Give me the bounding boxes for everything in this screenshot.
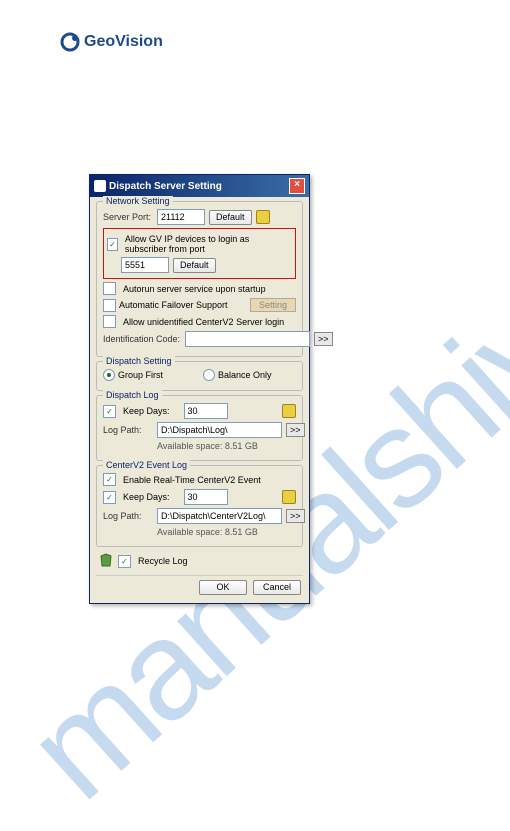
allow-gv-label: Allow GV IP devices to login as subscrib… [125, 234, 292, 254]
dispatch-keepdays-label: Keep Days: [123, 406, 170, 416]
logo-icon [60, 32, 80, 52]
cv2-browse-button[interactable]: >> [286, 509, 305, 523]
enable-realtime-label: Enable Real-Time CenterV2 Event [123, 475, 261, 485]
brand-logo: GeoVision [60, 32, 163, 52]
cv2-keepdays-input[interactable] [184, 489, 228, 505]
cv2-keepdays-label: Keep Days: [123, 492, 170, 502]
recycle-checkbox[interactable]: ✓ [118, 555, 131, 568]
server-port-input[interactable] [157, 209, 205, 225]
enable-realtime-checkbox[interactable]: ✓ [103, 473, 116, 486]
dispatch-browse-button[interactable]: >> [286, 423, 305, 437]
folder-icon[interactable] [282, 404, 296, 418]
allow-unident-checkbox[interactable] [103, 315, 116, 328]
dispatch-server-dialog: Dispatch Server Setting × Network Settin… [89, 174, 310, 604]
dispatch-keepdays-checkbox[interactable]: ✓ [103, 405, 116, 418]
failover-label: Automatic Failover Support [119, 300, 228, 310]
dispatch-logpath-label: Log Path: [103, 425, 153, 435]
ok-button[interactable]: OK [199, 580, 247, 595]
brand-name: GeoVision [84, 33, 163, 51]
dispatch-keepdays-input[interactable] [184, 403, 228, 419]
close-icon[interactable]: × [289, 178, 305, 194]
autorun-label: Autorun server service upon startup [123, 284, 266, 294]
cv2-keepdays-checkbox[interactable]: ✓ [103, 491, 116, 504]
server-port-label: Server Port: [103, 212, 153, 222]
ident-code-input[interactable] [185, 331, 310, 347]
network-legend: Network Setting [103, 196, 173, 206]
group-first-radio[interactable] [103, 369, 115, 381]
app-icon [94, 180, 106, 192]
dispatch-legend: Dispatch Setting [103, 356, 175, 366]
shield-icon[interactable] [256, 210, 270, 224]
cancel-button[interactable]: Cancel [253, 580, 301, 595]
titlebar[interactable]: Dispatch Server Setting × [90, 175, 309, 197]
cv2-avail-space: Available space: 8.51 GB [157, 527, 258, 537]
network-setting-group: Network Setting Server Port: Default ✓ A… [96, 201, 303, 357]
dispatch-avail-space: Available space: 8.51 GB [157, 441, 258, 451]
balance-only-radio[interactable] [203, 369, 215, 381]
allow-unident-label: Allow unidentified CenterV2 Server login [123, 317, 284, 327]
ident-browse-button[interactable]: >> [314, 332, 333, 346]
cv2-logpath-label: Log Path: [103, 511, 153, 521]
default-gv-button[interactable]: Default [173, 258, 216, 273]
default-port-button[interactable]: Default [209, 210, 252, 225]
dispatch-logpath-input[interactable] [157, 422, 282, 438]
allow-gv-checkbox[interactable]: ✓ [107, 238, 118, 251]
highlighted-option: ✓ Allow GV IP devices to login as subscr… [103, 228, 296, 279]
dispatch-log-group: Dispatch Log ✓ Keep Days: Log Path: >> A… [96, 395, 303, 461]
recycle-label: Recycle Log [138, 556, 188, 566]
autorun-checkbox[interactable] [103, 282, 116, 295]
recycle-icon [98, 553, 114, 569]
failover-checkbox[interactable] [103, 299, 116, 312]
folder-icon[interactable] [282, 490, 296, 504]
dispatch-log-legend: Dispatch Log [103, 390, 162, 400]
dialog-title: Dispatch Server Setting [109, 181, 222, 192]
group-first-label: Group First [118, 370, 163, 380]
centerv2-legend: CenterV2 Event Log [103, 460, 190, 470]
cv2-logpath-input[interactable] [157, 508, 282, 524]
dispatch-setting-group: Dispatch Setting Group First Balance Onl… [96, 361, 303, 391]
balance-only-label: Balance Only [218, 370, 272, 380]
gv-port-input[interactable] [121, 257, 169, 273]
failover-setting-button[interactable]: Setting [250, 298, 296, 312]
centerv2-log-group: CenterV2 Event Log ✓ Enable Real-Time Ce… [96, 465, 303, 547]
ident-code-label: Identification Code: [103, 334, 181, 344]
